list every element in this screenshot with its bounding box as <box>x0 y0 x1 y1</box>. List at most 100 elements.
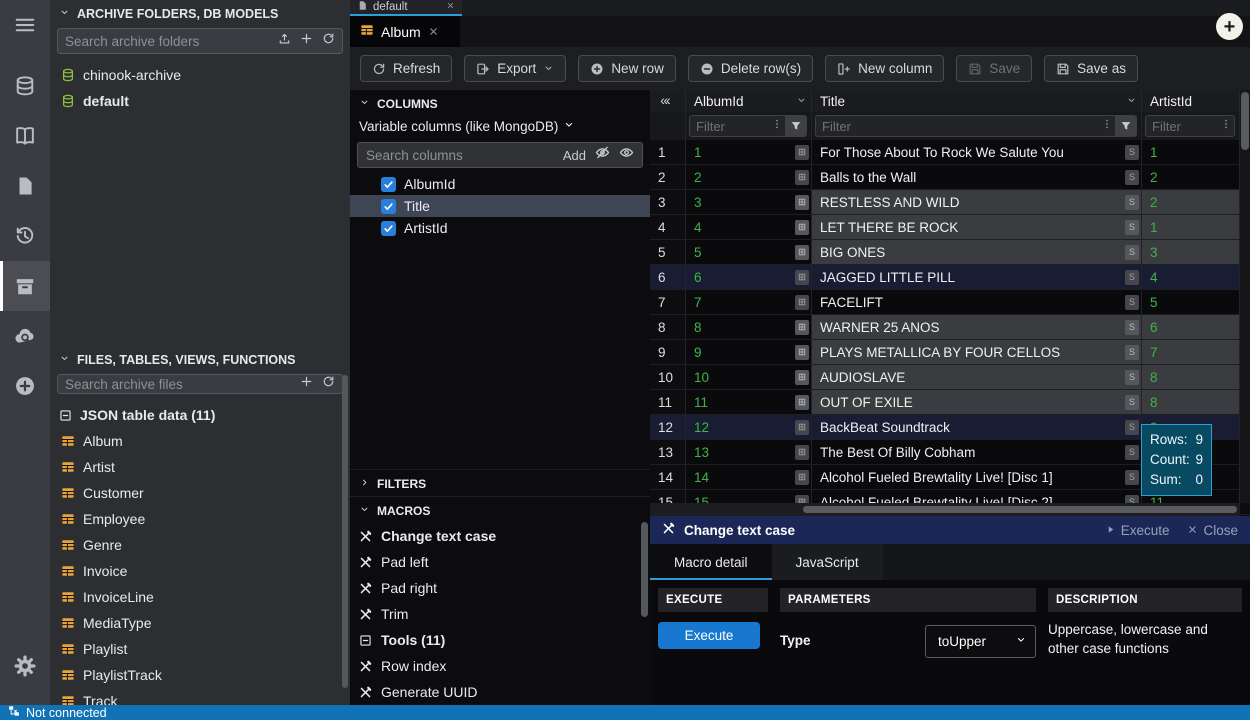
checkbox-checked[interactable] <box>381 221 396 236</box>
sidebar-database-button[interactable] <box>0 61 50 111</box>
cell-albumid[interactable]: 1 <box>686 140 812 164</box>
save-as-button[interactable]: Save as <box>1044 55 1138 82</box>
horizontal-scrollbar[interactable] <box>650 503 1240 516</box>
row-number-cell[interactable]: 6 <box>650 265 686 289</box>
macro-item-tools-11-[interactable]: Tools (11) <box>350 627 650 653</box>
cell-artistid[interactable]: 1 <box>1142 140 1240 164</box>
cell-string-icon[interactable]: S <box>1125 320 1139 335</box>
macro-item-pad-left[interactable]: Pad left <box>350 549 650 575</box>
filter-options-icon[interactable] <box>769 117 785 135</box>
filter-input-ArtistId[interactable] <box>1146 119 1218 134</box>
cell-albumid[interactable]: 6 <box>686 265 812 289</box>
cell-string-icon[interactable]: S <box>1125 370 1139 385</box>
cell-string-icon[interactable]: S <box>1125 395 1139 410</box>
save-button[interactable]: Save <box>956 55 1032 82</box>
row-number-cell[interactable]: 3 <box>650 190 686 214</box>
column-header-ArtistId[interactable]: ArtistId <box>1142 90 1240 112</box>
files-tables-header[interactable]: FILES, TABLES, VIEWS, FUNCTIONS <box>50 346 350 372</box>
row-number-cell[interactable]: 7 <box>650 290 686 314</box>
filter-input-AlbumId[interactable] <box>690 119 769 134</box>
cell-string-icon[interactable]: S <box>1125 170 1139 185</box>
tab-album[interactable]: Album <box>350 16 460 47</box>
add-folder-icon[interactable] <box>300 32 313 50</box>
cell-albumid[interactable]: 14 <box>686 465 812 489</box>
cell-grid-icon[interactable] <box>795 270 809 285</box>
cell-albumid[interactable]: 3 <box>686 190 812 214</box>
cell-albumid[interactable]: 13 <box>686 440 812 464</box>
row-number-cell[interactable]: 8 <box>650 315 686 339</box>
macros-scrollbar[interactable] <box>641 522 648 617</box>
cell-string-icon[interactable]: S <box>1125 295 1139 310</box>
checkbox-checked[interactable] <box>381 177 396 192</box>
cell-title[interactable]: For Those About To Rock We Salute YouS <box>812 140 1142 164</box>
sidebar-history-button[interactable] <box>0 211 50 261</box>
sidebar-cloud-search-button[interactable] <box>0 311 50 361</box>
add-column-button[interactable]: Add <box>563 148 586 163</box>
table-item-Track[interactable]: Track <box>50 688 350 705</box>
cell-grid-icon[interactable] <box>795 320 809 335</box>
eye-off-icon[interactable] <box>595 145 610 165</box>
macro-item-pad-right[interactable]: Pad right <box>350 575 650 601</box>
close-icon[interactable] <box>446 1 455 13</box>
cell-grid-icon[interactable] <box>795 445 809 460</box>
cell-grid-icon[interactable] <box>795 345 809 360</box>
cell-string-icon[interactable]: S <box>1125 420 1139 435</box>
cell-string-icon[interactable]: S <box>1125 470 1139 485</box>
row-number-cell[interactable]: 1 <box>650 140 686 164</box>
cell-title[interactable]: WARNER 25 ANOSS <box>812 315 1142 339</box>
cell-albumid[interactable]: 10 <box>686 365 812 389</box>
new-row-button[interactable]: New row <box>578 55 676 82</box>
cell-title[interactable]: Balls to the WallS <box>812 165 1142 189</box>
cell-string-icon[interactable]: S <box>1125 345 1139 360</box>
cell-grid-icon[interactable] <box>795 395 809 410</box>
row-number-cell[interactable]: 4 <box>650 215 686 239</box>
cell-title[interactable]: LET THERE BE ROCKS <box>812 215 1142 239</box>
columns-header[interactable]: COLUMNS <box>350 90 650 116</box>
cell-artistid[interactable]: 8 <box>1142 365 1240 389</box>
cell-grid-icon[interactable] <box>795 195 809 210</box>
tab-javascript[interactable]: JavaScript <box>772 544 883 580</box>
cell-string-icon[interactable]: S <box>1125 270 1139 285</box>
cell-grid-icon[interactable] <box>795 420 809 435</box>
column-checkbox-row-ArtistId[interactable]: ArtistId <box>350 217 650 239</box>
close-action[interactable]: Close <box>1187 523 1238 538</box>
cell-string-icon[interactable]: S <box>1125 220 1139 235</box>
table-item-Artist[interactable]: Artist <box>50 454 350 480</box>
cell-artistid[interactable]: 2 <box>1142 190 1240 214</box>
cell-albumid[interactable]: 12 <box>686 415 812 439</box>
table-item-Employee[interactable]: Employee <box>50 506 350 532</box>
cell-grid-icon[interactable] <box>795 220 809 235</box>
cell-artistid[interactable]: 4 <box>1142 265 1240 289</box>
funnel-icon[interactable] <box>1115 116 1136 136</box>
column-menu-icon[interactable] <box>1126 94 1137 109</box>
cell-artistid[interactable]: 8 <box>1142 390 1240 414</box>
row-number-cell[interactable]: 2 <box>650 165 686 189</box>
cell-albumid[interactable]: 2 <box>686 165 812 189</box>
table-item-Album[interactable]: Album <box>50 428 350 454</box>
cell-artistid[interactable]: 3 <box>1142 240 1240 264</box>
table-item-PlaylistTrack[interactable]: PlaylistTrack <box>50 662 350 688</box>
cell-string-icon[interactable]: S <box>1125 145 1139 160</box>
collapse-columns-button[interactable]: «‹ <box>650 90 686 112</box>
sidebar-menu-button[interactable] <box>0 0 50 50</box>
columns-search-input[interactable] <box>366 148 554 163</box>
hscroll-thumb[interactable] <box>803 506 1237 513</box>
row-number-cell[interactable]: 13 <box>650 440 686 464</box>
close-icon[interactable] <box>428 24 439 40</box>
cell-grid-icon[interactable] <box>795 145 809 160</box>
cell-artistid[interactable]: 7 <box>1142 340 1240 364</box>
export-button[interactable]: Export <box>464 55 566 82</box>
upload-icon[interactable] <box>278 32 291 50</box>
table-item-MediaType[interactable]: MediaType <box>50 610 350 636</box>
sidebar-file-button[interactable] <box>0 161 50 211</box>
eye-icon[interactable] <box>619 145 634 165</box>
table-item-InvoiceLine[interactable]: InvoiceLine <box>50 584 350 610</box>
sidebar-settings-button[interactable] <box>0 641 50 691</box>
delete-rows-button[interactable]: Delete row(s) <box>688 55 813 82</box>
cell-artistid[interactable]: 6 <box>1142 315 1240 339</box>
filters-header[interactable]: FILTERS <box>350 469 650 496</box>
cell-string-icon[interactable]: S <box>1125 195 1139 210</box>
table-item-Playlist[interactable]: Playlist <box>50 636 350 662</box>
filter-options-icon[interactable] <box>1099 117 1115 135</box>
cell-albumid[interactable]: 11 <box>686 390 812 414</box>
